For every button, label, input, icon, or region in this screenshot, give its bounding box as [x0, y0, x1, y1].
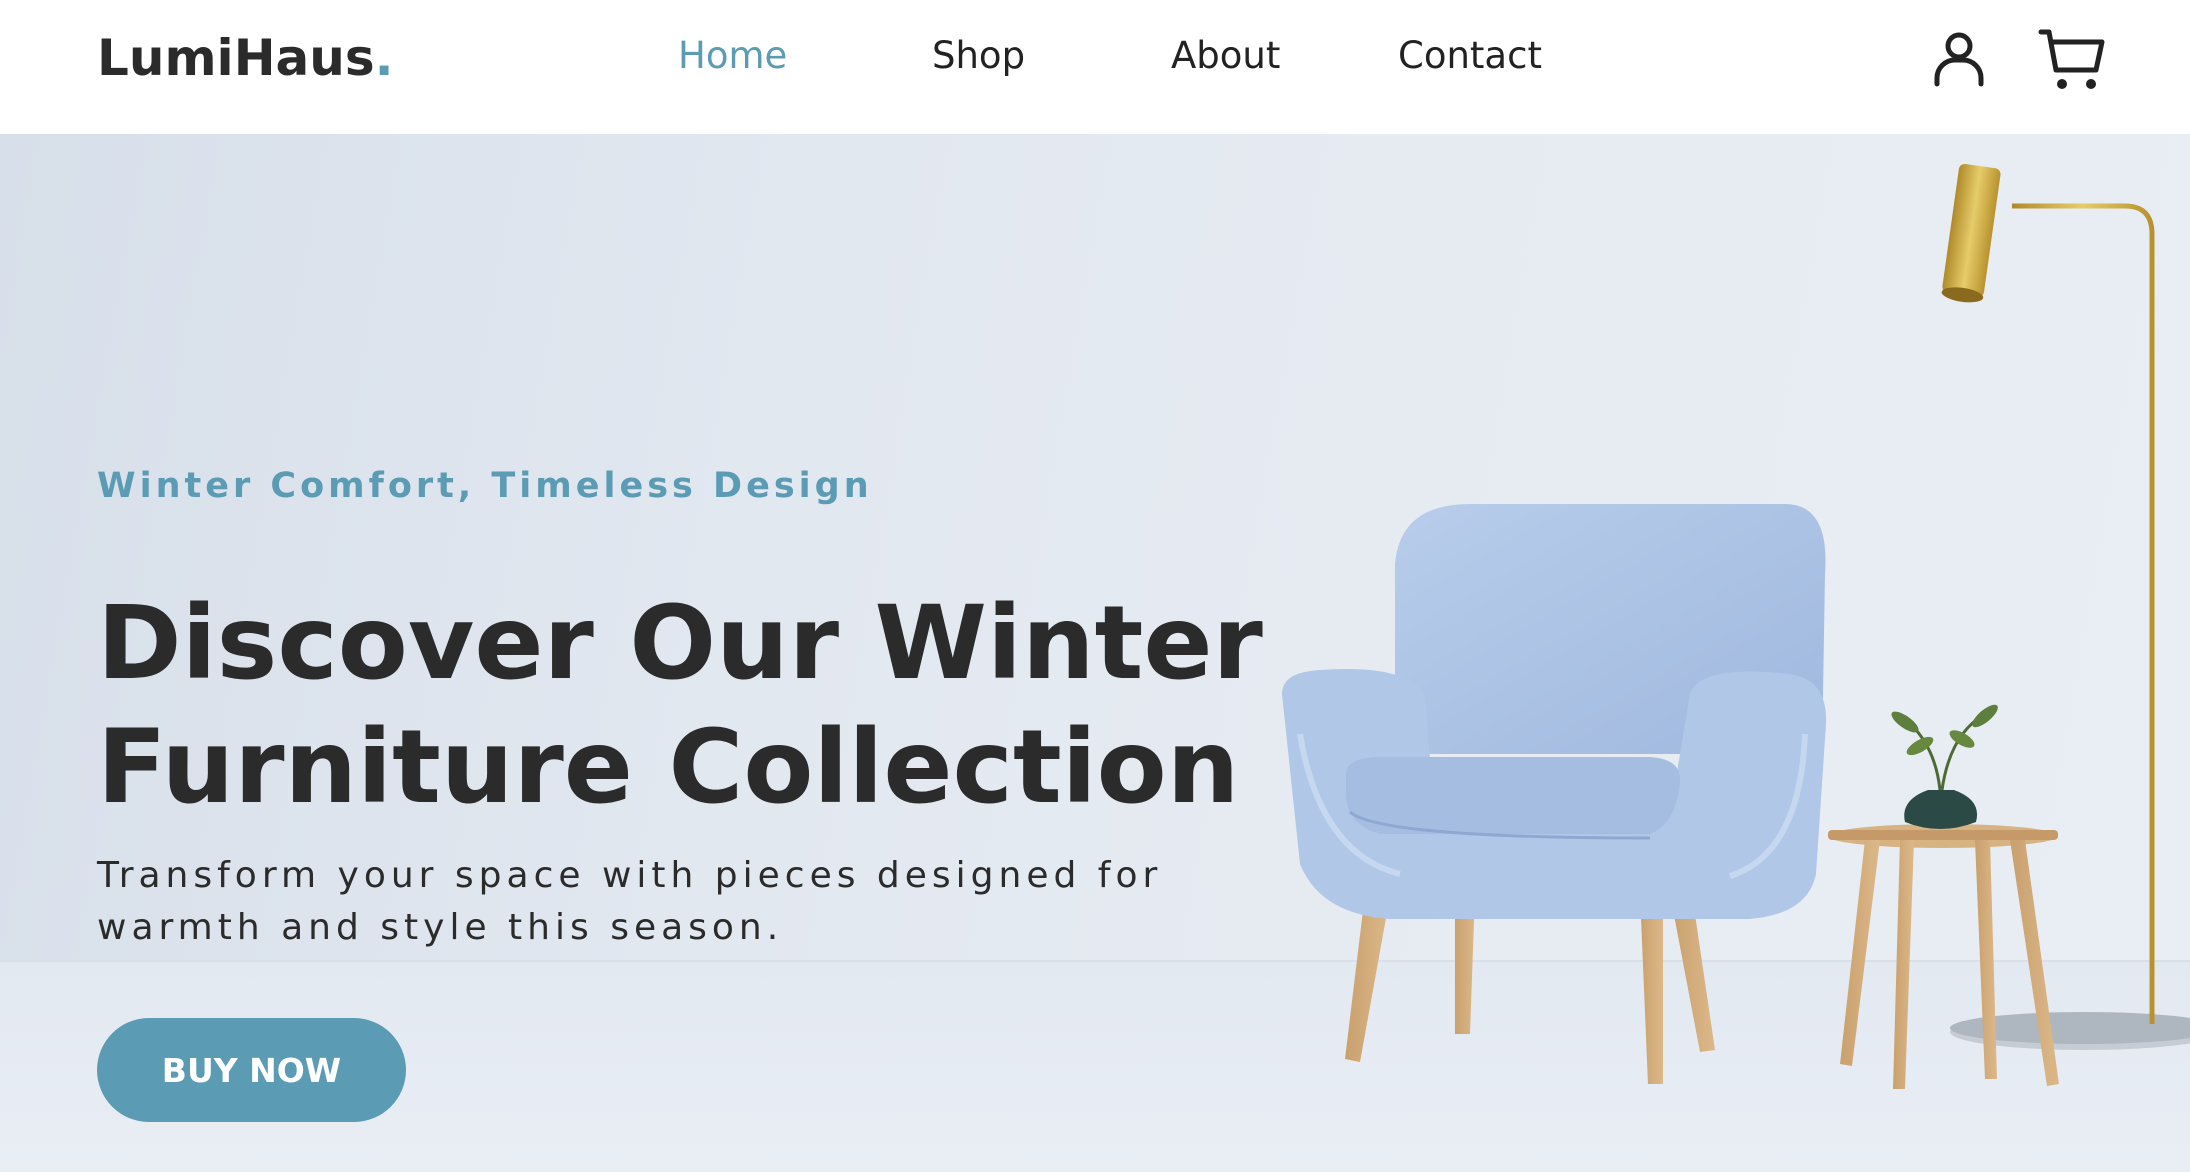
hero-subtext: Transform your space with pieces designe…: [97, 850, 1257, 954]
buy-now-button[interactable]: BUY NOW: [97, 1018, 406, 1122]
account-button[interactable]: [1923, 24, 1995, 96]
headline-line-1: Discover Our Winter: [97, 584, 1263, 703]
cart-button[interactable]: [2036, 24, 2108, 96]
subtext-line-2: warmth and style this season.: [97, 907, 784, 948]
headline-line-2: Furniture Collection: [97, 708, 1240, 827]
armchair: [1282, 504, 1827, 1084]
plant-vase: [1891, 704, 1998, 829]
user-icon: [1934, 32, 1984, 87]
subtext-line-1: Transform your space with pieces designe…: [97, 855, 1163, 896]
brand-logo[interactable]: LumiHaus.: [97, 26, 394, 90]
hero-banner: Winter Comfort, Timeless Design Discover…: [0, 134, 2190, 1172]
site-header: LumiHaus. Home Shop About Contact: [0, 0, 2190, 134]
nav-shop[interactable]: Shop: [932, 32, 1025, 80]
nav-contact[interactable]: Contact: [1398, 32, 1542, 80]
hero-tagline: Winter Comfort, Timeless Design: [97, 466, 873, 506]
nav-about[interactable]: About: [1171, 32, 1280, 80]
cart-icon: [2038, 29, 2105, 89]
floor-lamp: [1941, 163, 2190, 1050]
brand-dot: .: [374, 29, 394, 87]
brand-name: LumiHaus: [97, 29, 375, 87]
hero-headline: Discover Our Winter Furniture Collection: [97, 582, 1297, 830]
nav-home[interactable]: Home: [678, 32, 787, 80]
